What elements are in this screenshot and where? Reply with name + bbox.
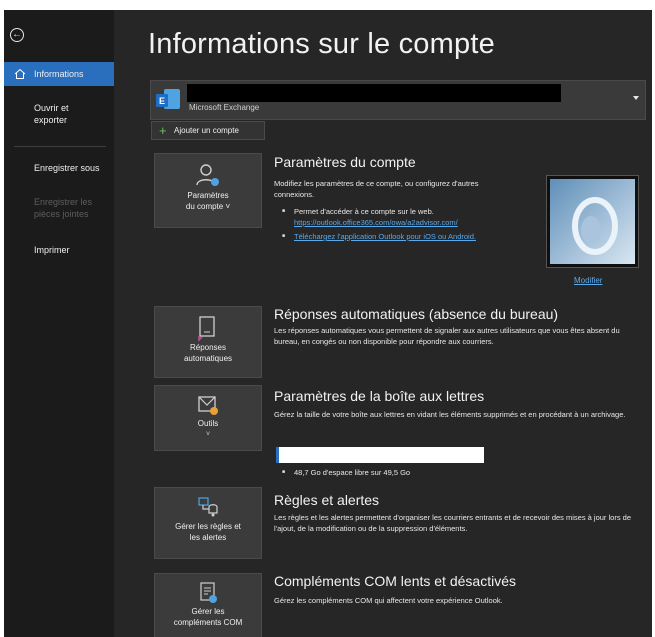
section-description: Gérez les compléments COM qui affectent … (274, 596, 503, 605)
download-app-link[interactable]: Téléchargez l'application Outlook pour i… (294, 232, 476, 241)
nav-item-print[interactable]: Imprimer (4, 244, 114, 256)
tile-label: automatiques (183, 354, 233, 363)
account-bullets: Permet d'accéder à ce compte sur le web.… (282, 206, 562, 242)
tile-label: compléments COM (173, 618, 243, 627)
bullet-item: Permet d'accéder à ce compte sur le web.… (282, 206, 562, 228)
section-description: Modifiez les paramètres de ce compte, ou… (274, 179, 479, 199)
rules-alerts-icon (198, 497, 218, 517)
section-title: Règles et alertes (274, 492, 380, 508)
backstage-sidebar: ← Informations Ouvrir et exporter Enregi… (4, 10, 114, 637)
account-selector[interactable]: E Microsoft Exchange (150, 80, 646, 120)
profile-image (550, 179, 635, 264)
nav-item-label: Informations (34, 69, 84, 79)
tile-label: Gérer les règles et (175, 522, 241, 531)
tile-label: les alertes (189, 533, 227, 542)
page-title: Informations sur le compte (148, 28, 495, 60)
storage-info: 48,7 Go d'espace libre sur 49,5 Go (282, 467, 562, 478)
nav-item-label: Enregistrer sous (34, 163, 100, 173)
tile-label: Paramètres (187, 191, 229, 200)
backstage-view: ← Informations Ouvrir et exporter Enregi… (4, 10, 652, 637)
section-title: Réponses automatiques (absence du bureau… (274, 306, 559, 322)
nav-item-label: Ouvrir et exporter (34, 103, 69, 125)
section-description: Les réponses automatiques vous permetten… (274, 326, 620, 346)
account-type: Microsoft Exchange (189, 103, 260, 112)
account-settings-icon (196, 164, 219, 186)
tile-label: Outils (197, 419, 219, 428)
nav-item-save-as[interactable]: Enregistrer sous (4, 162, 114, 174)
auto-replies-button[interactable]: Réponses automatiques (154, 306, 262, 378)
manage-com-addins-button[interactable]: Gérer les compléments COM (154, 573, 262, 637)
owa-link[interactable]: https://outlook.office365.com/owa/a2advi… (294, 218, 458, 227)
section-title: Paramètres de la boîte aux lettres (274, 388, 485, 404)
nav-item-label: Imprimer (34, 245, 70, 255)
tile-label: Réponses (189, 343, 227, 352)
storage-progress-bar (276, 447, 484, 463)
nav-divider (14, 146, 106, 147)
account-settings-button[interactable]: Paramètres du compte ˅ (154, 153, 262, 228)
section-title: Compléments COM lents et désactivés (274, 573, 516, 589)
com-addins-icon (200, 582, 217, 603)
back-arrow-icon[interactable]: ← (10, 28, 24, 42)
exchange-icon: E (156, 89, 180, 109)
tile-label: du compte ˅ (185, 202, 231, 211)
tools-button[interactable]: Outils ˅ (154, 385, 262, 451)
section-description: Les règles et les alertes permettent d'o… (274, 513, 632, 533)
nav-item-open-export[interactable]: Ouvrir et exporter (4, 102, 84, 126)
section-description: Gérez la taille de votre boîte aux lettr… (274, 410, 626, 419)
storage-progress-fill (276, 447, 280, 463)
bullet-item: Téléchargez l'application Outlook pour i… (282, 231, 562, 242)
auto-reply-icon (198, 316, 215, 342)
nav-item-label: Enregistrer les pièces jointes (34, 197, 93, 219)
bullet-text: Permet d'accéder à ce compte sur le web. (294, 207, 434, 216)
tile-label: Gérer les (191, 607, 225, 616)
bullet-item: 48,7 Go d'espace libre sur 49,5 Go (282, 467, 562, 478)
plus-icon: + (159, 123, 167, 138)
manage-rules-button[interactable]: Gérer les règles et les alertes (154, 487, 262, 559)
storage-text: 48,7 Go d'espace libre sur 49,5 Go (294, 468, 411, 477)
nav-item-save-attachments: Enregistrer les pièces jointes (4, 196, 104, 220)
mailbox-tools-icon (198, 396, 218, 415)
account-name-redacted (187, 84, 561, 102)
nav-item-informations[interactable]: Informations (4, 62, 114, 86)
svg-text:E: E (159, 96, 165, 106)
home-icon (14, 68, 26, 79)
section-title: Paramètres du compte (274, 154, 416, 170)
add-account-label: Ajouter un compte (174, 126, 239, 135)
profile-picture (546, 175, 639, 268)
modify-photo-link[interactable]: Modifier (574, 276, 602, 285)
chevron-down-icon (633, 96, 639, 100)
add-account-button[interactable]: + Ajouter un compte (151, 121, 265, 140)
chevron-down-icon: ˅ (205, 431, 211, 438)
main-content: Informations sur le compte E Microsoft E… (114, 10, 652, 637)
